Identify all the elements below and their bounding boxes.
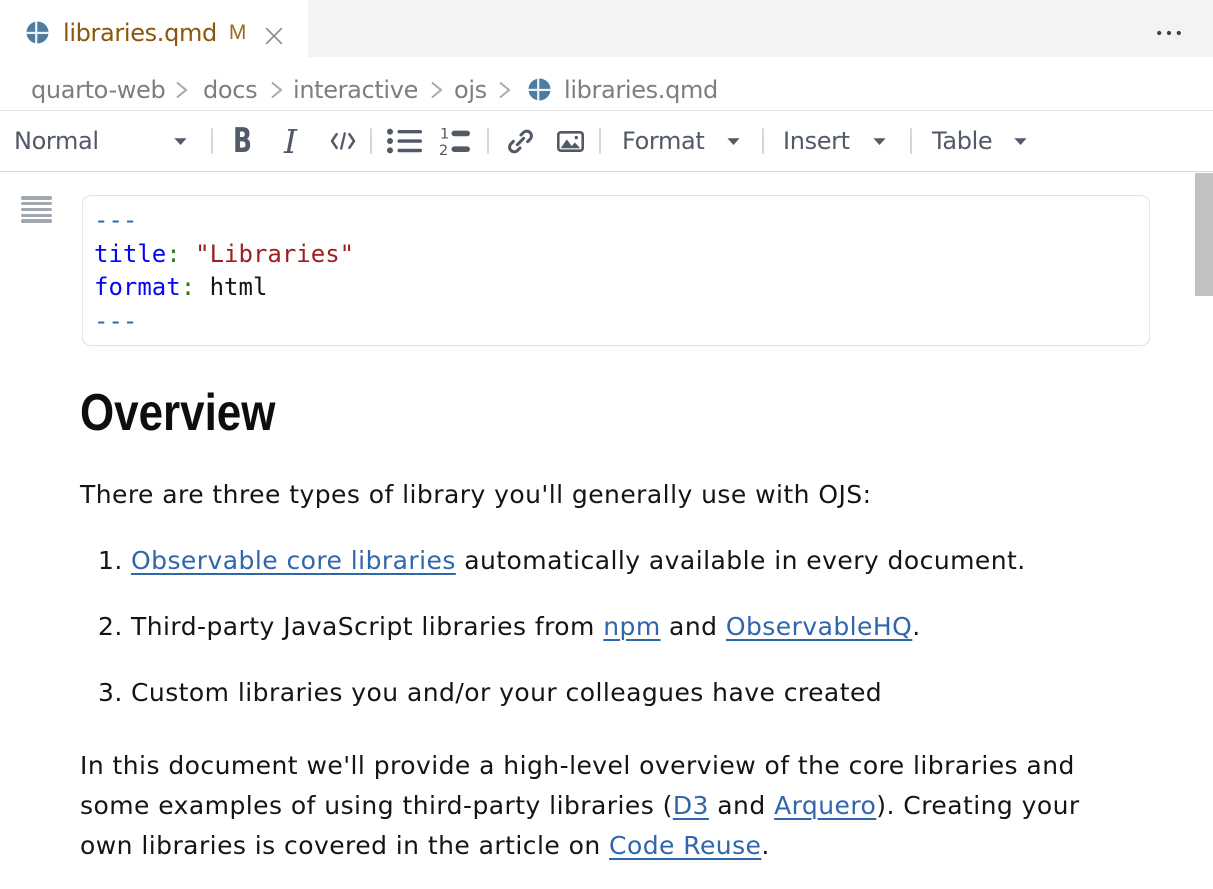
intro-paragraph: There are three types of library you'll …: [80, 475, 1110, 515]
heading-overview: Overview: [80, 387, 950, 439]
chevron-down-icon[interactable]: [173, 111, 188, 171]
visual-editor-content[interactable]: ---title: "Libraries"format: html--- Ove…: [0, 172, 1213, 889]
chevron-right-icon: [497, 57, 512, 110]
toolbar-separator: [211, 111, 213, 171]
text-segment: and: [709, 791, 774, 820]
editor-actions-ellipsis-icon[interactable]: [1157, 26, 1181, 40]
numbered-list-button[interactable]: 1 2: [439, 111, 470, 171]
yaml-front-matter-block[interactable]: ---title: "Libraries"format: html---: [82, 195, 1150, 346]
text-segment: automatically available in every documen…: [456, 546, 1026, 575]
text-segment: .: [912, 612, 920, 641]
tab-libraries-qmd[interactable]: libraries.qmd M: [0, 0, 308, 57]
breadcrumb-item-ojs[interactable]: ojs: [454, 57, 487, 110]
link[interactable]: ObservableHQ: [726, 612, 912, 641]
link-icon: [506, 127, 535, 156]
insert-menu[interactable]: Insert: [783, 111, 850, 171]
chevron-right-icon: [174, 57, 189, 110]
chevron-down-icon[interactable]: [872, 111, 887, 171]
svg-text:2: 2: [439, 143, 448, 156]
table-menu[interactable]: Table: [932, 111, 992, 171]
link[interactable]: Code Reuse: [609, 831, 761, 860]
modified-badge: M: [229, 21, 247, 45]
link[interactable]: Arquero: [774, 791, 876, 820]
quarto-icon: [528, 57, 551, 110]
code-icon: [330, 132, 356, 150]
list-item: Custom libraries you and/or your colleag…: [80, 673, 1110, 713]
code-button[interactable]: [330, 111, 356, 171]
italic-icon: I: [284, 125, 297, 158]
breadcrumb-item-quarto-web[interactable]: quarto-web: [31, 57, 165, 110]
numbered-list-icon: 1 2: [439, 127, 470, 156]
paragraph-style-dropdown[interactable]: Normal: [14, 111, 99, 171]
breadcrumb-item-docs[interactable]: docs: [203, 57, 257, 110]
quarto-icon: [26, 21, 49, 44]
paragraph-style-value: Normal: [14, 127, 99, 155]
visual-editor-toolbar: Normal B I: [0, 111, 1213, 172]
bold-icon: B: [233, 124, 252, 158]
code-line: format: html: [94, 271, 1149, 305]
code-line: ---: [94, 305, 1149, 339]
format-menu-label: Format: [622, 127, 704, 155]
insert-menu-label: Insert: [783, 127, 850, 155]
bullet-list-icon: [387, 128, 422, 154]
link-button[interactable]: [506, 111, 535, 171]
svg-text:1: 1: [440, 127, 449, 143]
tab-bar: libraries.qmd M: [0, 0, 1213, 57]
close-icon[interactable]: [264, 26, 284, 46]
toolbar-separator: [762, 111, 764, 171]
image-button[interactable]: [557, 111, 584, 171]
text-segment: and: [661, 612, 726, 641]
breadcrumb-item-file[interactable]: libraries.qmd: [564, 57, 718, 110]
toolbar-separator: [599, 111, 601, 171]
scrollbar-thumb[interactable]: [1195, 173, 1213, 296]
chevron-down-icon[interactable]: [726, 111, 741, 171]
link[interactable]: Observable core libraries: [131, 546, 456, 575]
format-menu[interactable]: Format: [622, 111, 704, 171]
tab-title: libraries.qmd: [63, 19, 217, 47]
code-line: ---: [94, 204, 1149, 238]
link[interactable]: npm: [603, 612, 660, 641]
list-item: Third-party JavaScript libraries from np…: [80, 607, 1110, 647]
toolbar-separator: [370, 111, 372, 171]
list-item: Observable core libraries automatically …: [80, 541, 1110, 581]
chevron-down-icon[interactable]: [1013, 111, 1028, 171]
vscode-editor-window: libraries.qmd M quarto-web docs interac: [0, 0, 1213, 889]
chevron-right-icon: [269, 57, 284, 110]
breadcrumb: quarto-web docs interactive ojs librarie…: [0, 57, 1213, 111]
toolbar-separator: [487, 111, 489, 171]
bold-button[interactable]: B: [233, 111, 259, 171]
chevron-right-icon: [429, 57, 444, 110]
link[interactable]: D3: [673, 791, 709, 820]
bullet-list-button[interactable]: [387, 111, 422, 171]
block-drag-handle-icon[interactable]: [21, 196, 52, 223]
breadcrumb-item-interactive[interactable]: interactive: [293, 57, 418, 110]
text-segment: Third-party JavaScript libraries from: [131, 612, 603, 641]
image-icon: [557, 131, 584, 152]
text-segment: .: [761, 831, 769, 860]
italic-button[interactable]: I: [284, 111, 297, 171]
text-segment: Custom libraries you and/or your colleag…: [131, 678, 882, 707]
code-line: title: "Libraries": [94, 238, 1149, 272]
table-menu-label: Table: [932, 127, 992, 155]
toolbar-separator: [910, 111, 912, 171]
closing-paragraph: In this document we'll provide a high-le…: [80, 746, 1110, 866]
document-body: Overview There are three types of librar…: [80, 387, 1110, 866]
library-types-list: Observable core libraries automatically …: [80, 541, 1110, 713]
